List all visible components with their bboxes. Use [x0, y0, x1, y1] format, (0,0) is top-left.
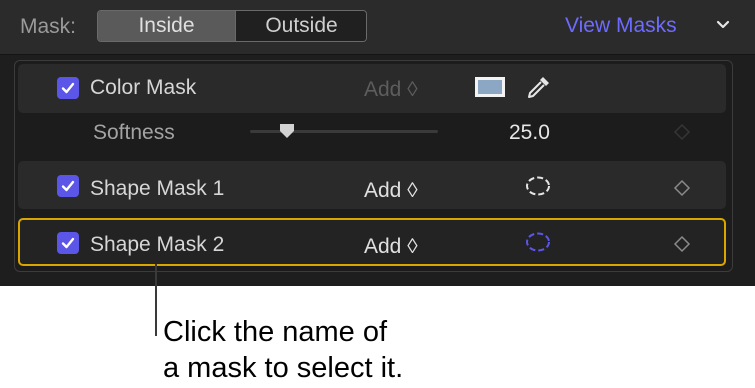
keyframe-diamond-icon[interactable] — [673, 235, 691, 258]
softness-slider-thumb[interactable] — [278, 122, 296, 140]
shape-mask-2-name[interactable]: Shape Mask 2 — [90, 233, 224, 257]
view-masks-button[interactable]: View Masks — [565, 14, 677, 38]
outside-segment[interactable]: Outside — [235, 11, 366, 41]
chevron-down-icon[interactable] — [713, 14, 733, 34]
shape-mask-onscreen-control-icon[interactable] — [524, 174, 552, 203]
shape-mask-2-mode-popup[interactable]: Add ◊ — [364, 235, 418, 259]
color-swatch[interactable] — [475, 77, 505, 97]
callout-line-1: Click the name of — [163, 316, 388, 348]
softness-value[interactable]: 25.0 — [509, 121, 550, 145]
keyframe-diamond-icon[interactable] — [673, 179, 691, 202]
color-swatch-fill — [478, 80, 502, 94]
shape-mask-onscreen-control-icon[interactable] — [524, 230, 552, 259]
color-mask-name[interactable]: Color Mask — [90, 76, 196, 100]
inside-segment[interactable]: Inside — [98, 11, 235, 41]
mask-header: Mask: Inside Outside View Masks — [0, 0, 755, 55]
color-mask-checkbox[interactable] — [57, 77, 79, 99]
shape-mask-2-checkbox[interactable] — [57, 232, 79, 254]
mask-label: Mask: — [20, 15, 77, 38]
shape-mask-1-checkbox[interactable] — [57, 175, 79, 197]
shape-mask-1-name[interactable]: Shape Mask 1 — [90, 177, 224, 201]
keyframe-diamond-icon[interactable] — [673, 123, 691, 146]
callout-leader-line — [155, 264, 157, 336]
softness-label: Softness — [93, 121, 175, 144]
shape-mask-1-mode-popup[interactable]: Add ◊ — [364, 179, 418, 203]
color-mask-mode-popup[interactable]: Add ◊ — [364, 78, 418, 102]
mask-inspector-panel: Mask: Inside Outside View Masks Color Ma… — [0, 0, 755, 286]
eyedropper-icon[interactable] — [526, 74, 552, 105]
inside-outside-segmented-control: Inside Outside — [97, 10, 367, 42]
callout-text: Click the name of a mask to select it. — [163, 314, 483, 386]
callout-line-2: a mask to select it. — [163, 352, 404, 384]
